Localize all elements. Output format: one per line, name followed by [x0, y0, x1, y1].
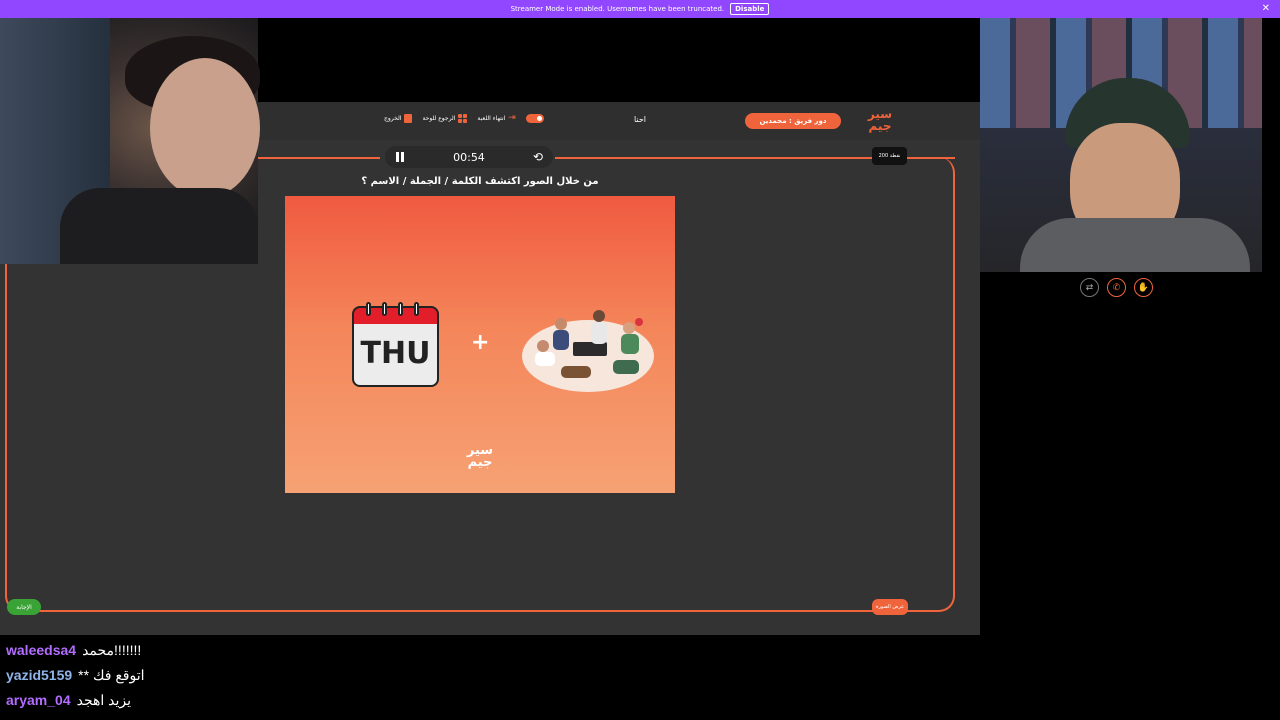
calendar-icon: THU	[352, 302, 439, 387]
plus-sign: +	[471, 330, 490, 355]
streamer-mode-text: Streamer Mode is enabled. Usernames have…	[510, 5, 725, 13]
hand-icon[interactable]: ✋	[1134, 278, 1153, 297]
back-to-board-label: الرجوع للوحة	[422, 115, 456, 122]
chat-text: ** اتوقع فك	[78, 667, 145, 683]
exit-button[interactable]: الخروج	[384, 114, 413, 123]
webcam-left	[0, 18, 260, 264]
disable-streamer-mode-button[interactable]: Disable	[730, 3, 770, 15]
stream-layout: Streamer Mode is enabled. Usernames have…	[0, 0, 1280, 720]
points-badge: 200 نقطة	[872, 147, 907, 165]
chat-message: waleedsa4 محمد!!!!!!!	[6, 640, 145, 665]
timer-value: 00:54	[453, 150, 485, 164]
team-name: احنا	[633, 115, 647, 124]
back-to-board-button[interactable]: الرجوع للوحة	[422, 114, 468, 123]
close-icon[interactable]: ✕	[1262, 3, 1270, 15]
pause-icon[interactable]	[395, 152, 405, 162]
swap-icon[interactable]: ⇄	[1080, 278, 1099, 297]
toggle-switch[interactable]	[525, 114, 544, 123]
puzzle-image: THU + سير جيم	[285, 196, 675, 493]
streamer-mode-banner: Streamer Mode is enabled. Usernames have…	[0, 0, 1280, 18]
chat-text: يزيد اهجد	[76, 692, 132, 708]
door-icon	[404, 114, 413, 123]
puzzle-brand-logo: سير جيم	[466, 443, 494, 470]
arrow-exit-icon: ⇥	[508, 113, 516, 123]
show-image-button[interactable]: عرض الصورة	[872, 599, 908, 615]
header-controls: الخروج الرجوع للوحة انتهاء اللعبة ⇥	[384, 114, 544, 123]
people-gathering-illustration	[522, 310, 654, 392]
brand-logo: سير جيم	[867, 107, 893, 133]
reset-timer-icon[interactable]: ⟲	[533, 151, 543, 163]
team-turn-badge: دور فريق : محمدين	[745, 113, 841, 129]
question-text: من خلال الصور اكتشف الكلمة / الجملة / ال…	[361, 176, 599, 187]
phone-icon[interactable]: ✆	[1107, 278, 1126, 297]
chat-username[interactable]: aryam_04	[6, 690, 71, 715]
timer: 00:54 ⟲	[385, 146, 553, 168]
chat-username[interactable]: yazid5159	[6, 665, 72, 690]
calendar-text: THU	[360, 336, 431, 371]
exit-label: الخروج	[384, 115, 402, 122]
chat-text: محمد!!!!!!!	[82, 642, 142, 658]
camera-controls: ⇄ ✆ ✋	[1080, 278, 1153, 297]
end-game-label: انتهاء اللعبة	[477, 115, 506, 122]
chat-message: aryam_04 يزيد اهجد	[6, 690, 145, 715]
grid-icon	[458, 114, 468, 123]
end-game-button[interactable]: انتهاء اللعبة ⇥	[477, 114, 515, 123]
chat-message: yazid5159 ** اتوقع فك	[6, 665, 145, 690]
chat-username[interactable]: waleedsa4	[6, 640, 76, 665]
chat-overlay: waleedsa4 محمد!!!!!!! yazid5159 ** اتوقع…	[6, 640, 145, 715]
webcam-right	[980, 18, 1262, 272]
answer-button[interactable]: الإجابة	[7, 599, 41, 615]
